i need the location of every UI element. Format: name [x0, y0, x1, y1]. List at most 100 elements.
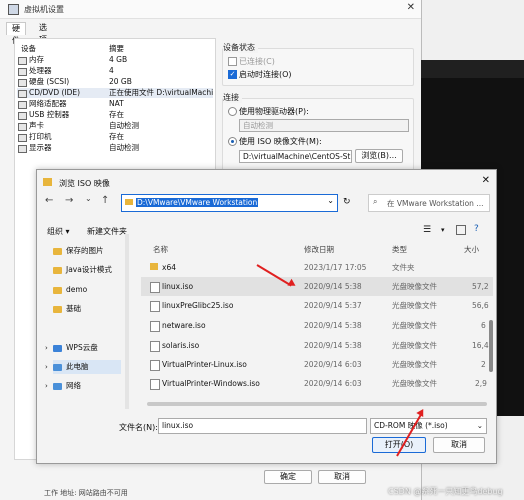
device-summary: 4 GB: [109, 55, 128, 64]
nav-item-network[interactable]: › 网络: [45, 379, 81, 393]
network-icon: [53, 382, 62, 390]
nav-item-saved-pictures[interactable]: 保存的图片: [53, 244, 104, 258]
close-icon[interactable]: ✕: [407, 2, 415, 13]
iso-path-input[interactable]: D:\virtualMachine\CentOS-Stre: [239, 150, 352, 163]
col-date[interactable]: 修改日期: [304, 244, 334, 255]
browse-iso-dialog: 浏览 ISO 映像 ✕ ← → ⌄ ↑ D:\VMware\VMware Wor…: [36, 169, 497, 464]
connect-on-power-checkbox[interactable]: ✓: [228, 70, 237, 79]
disc-image-icon: [150, 379, 160, 390]
file-row[interactable]: VirtualPrinter-Linux.iso 2020/9/14 6:03 光盘…: [141, 355, 493, 374]
back-arrow-icon[interactable]: ←: [45, 195, 53, 206]
connected-checkbox[interactable]: [228, 57, 237, 66]
folder-icon: [150, 263, 158, 270]
file-row[interactable]: VirtualPrinter-Windows.iso 2020/9/14 6:03…: [141, 374, 493, 393]
device-row-display[interactable]: 显示器 自动检测: [17, 143, 213, 153]
device-row-usb[interactable]: USB 控制器 存在: [17, 110, 213, 120]
file-type: 光盘映像文件: [392, 321, 437, 330]
file-row[interactable]: linuxPreGlibc25.iso 2020/9/14 5:37 光盘映像文件 5…: [141, 296, 493, 315]
device-row-memory[interactable]: 内存 4 GB: [17, 55, 213, 65]
filename-input[interactable]: linux.iso: [158, 418, 367, 434]
vm-cancel-button[interactable]: 取消: [318, 470, 366, 484]
cloud-icon: [53, 344, 62, 352]
nav-item-java[interactable]: Java设计模式: [53, 263, 112, 277]
device-row-printer[interactable]: 打印机 存在: [17, 132, 213, 142]
nav-item-this-pc[interactable]: › 此电脑: [45, 360, 121, 374]
ok-button[interactable]: 确定: [264, 470, 312, 484]
chevron-down-icon[interactable]: ▾: [441, 226, 445, 234]
tab-hardware[interactable]: 硬件: [6, 22, 26, 45]
app-icon: [8, 4, 19, 15]
file-name: VirtualPrinter-Windows.iso: [162, 379, 260, 388]
device-name: 内存: [29, 55, 44, 64]
chevron-down-icon[interactable]: ⌄: [85, 194, 92, 203]
physical-drive-radio[interactable]: [228, 107, 237, 116]
folder-icon: [53, 305, 62, 313]
dialog-toolbar: 组织 ▾ 新建文件夹 ☰ ▾ ?: [37, 216, 496, 236]
connection-group: 连接 使用物理驱动器(P): 自动检测 使用 ISO 映像文件(M): D:\v…: [222, 92, 414, 172]
close-icon[interactable]: ✕: [482, 175, 490, 186]
device-row-sound[interactable]: 声卡 自动检测: [17, 121, 213, 131]
col-summary: 摘要: [109, 44, 124, 53]
file-row[interactable]: x64 2023/1/17 17:05 文件夹: [141, 258, 493, 277]
device-row-cpu[interactable]: 处理器 4: [17, 66, 213, 76]
tab-options[interactable]: 选项: [34, 22, 52, 44]
chevron-right-icon[interactable]: ›: [45, 360, 48, 374]
search-input[interactable]: ⌕ 在 VMware Workstation ...: [368, 194, 490, 212]
cancel-button[interactable]: 取消: [433, 437, 485, 453]
col-name[interactable]: 名称: [153, 244, 168, 255]
refresh-icon[interactable]: ↻: [343, 197, 351, 207]
physical-drive-label: 使用物理驱动器(P):: [239, 107, 309, 116]
device-name: CD/DVD (IDE): [29, 88, 81, 97]
device-summary: 正在使用文件 D:\virtualMachi...: [109, 88, 213, 97]
file-type: 光盘映像文件: [392, 282, 437, 291]
disc-image-icon: [150, 321, 160, 332]
iso-image-radio[interactable]: [228, 137, 237, 146]
chevron-right-icon[interactable]: ›: [45, 341, 48, 355]
vm-window-title: 虚拟机设置: [24, 5, 64, 14]
forward-arrow-icon[interactable]: →: [65, 195, 73, 206]
file-date: 2020/9/14 6:03: [304, 379, 362, 388]
chevron-right-icon[interactable]: ›: [45, 379, 48, 393]
nav-item-basics[interactable]: 基础: [53, 302, 81, 316]
file-size: 57,2: [472, 282, 489, 291]
file-size: 56,6: [472, 301, 489, 310]
file-type: 光盘映像文件: [392, 341, 437, 350]
nav-item-wps-cloud[interactable]: › WPS云盘: [45, 341, 98, 355]
file-row[interactable]: linux.iso 2020/9/14 5:38 光盘映像文件 57,2: [141, 277, 493, 296]
col-type[interactable]: 类型: [392, 244, 407, 255]
help-icon[interactable]: ?: [474, 224, 479, 234]
filename-label: 文件名(N):: [119, 423, 158, 432]
file-date: 2020/9/14 5:38: [304, 321, 362, 330]
up-arrow-icon[interactable]: ↑: [101, 195, 109, 206]
nav-item-demo[interactable]: demo: [53, 283, 87, 297]
file-size: 2: [481, 360, 486, 369]
browse-button[interactable]: 浏览(B)...: [355, 149, 403, 163]
device-summary: NAT: [109, 99, 124, 108]
device-name: 硬盘 (SCSI): [29, 77, 70, 86]
file-row[interactable]: netware.iso 2020/9/14 5:38 光盘映像文件 6: [141, 316, 493, 335]
file-type-filter[interactable]: CD-ROM 映像 (*.iso) ⌄: [370, 418, 487, 434]
chevron-down-icon: ⌄: [476, 421, 483, 430]
connected-label: 已连接(C): [239, 57, 275, 66]
file-row[interactable]: solaris.iso 2020/9/14 5:38 光盘映像文件 16,4: [141, 336, 493, 355]
device-row-disk[interactable]: 硬盘 (SCSI) 20 GB: [17, 77, 213, 87]
usb-icon: [18, 112, 27, 120]
file-name: netware.iso: [162, 321, 206, 330]
device-summary: 自动检测: [109, 143, 139, 152]
col-size[interactable]: 大小: [464, 244, 479, 255]
device-row-cdrom[interactable]: CD/DVD (IDE) 正在使用文件 D:\virtualMachi...: [17, 88, 213, 98]
horizontal-scrollbar[interactable]: [147, 402, 487, 406]
device-row-network[interactable]: 网络适配器 NAT: [17, 99, 213, 109]
nav-scrollbar[interactable]: [125, 234, 129, 409]
file-date: 2023/1/17 17:05: [304, 263, 367, 272]
address-bar[interactable]: D:\VMware\VMware Workstation ⌄: [121, 194, 338, 212]
connection-title: 连接: [223, 92, 242, 103]
view-icon[interactable]: ☰: [423, 225, 431, 235]
preview-pane-icon[interactable]: [456, 225, 466, 235]
file-date: 2020/9/14 6:03: [304, 360, 362, 369]
nav-label: WPS云盘: [66, 343, 98, 352]
chevron-down-icon[interactable]: ⌄: [327, 196, 334, 205]
file-list-scrollbar[interactable]: [489, 320, 493, 372]
physical-drive-select[interactable]: 自动检测: [239, 119, 409, 132]
nav-label: demo: [66, 285, 88, 294]
